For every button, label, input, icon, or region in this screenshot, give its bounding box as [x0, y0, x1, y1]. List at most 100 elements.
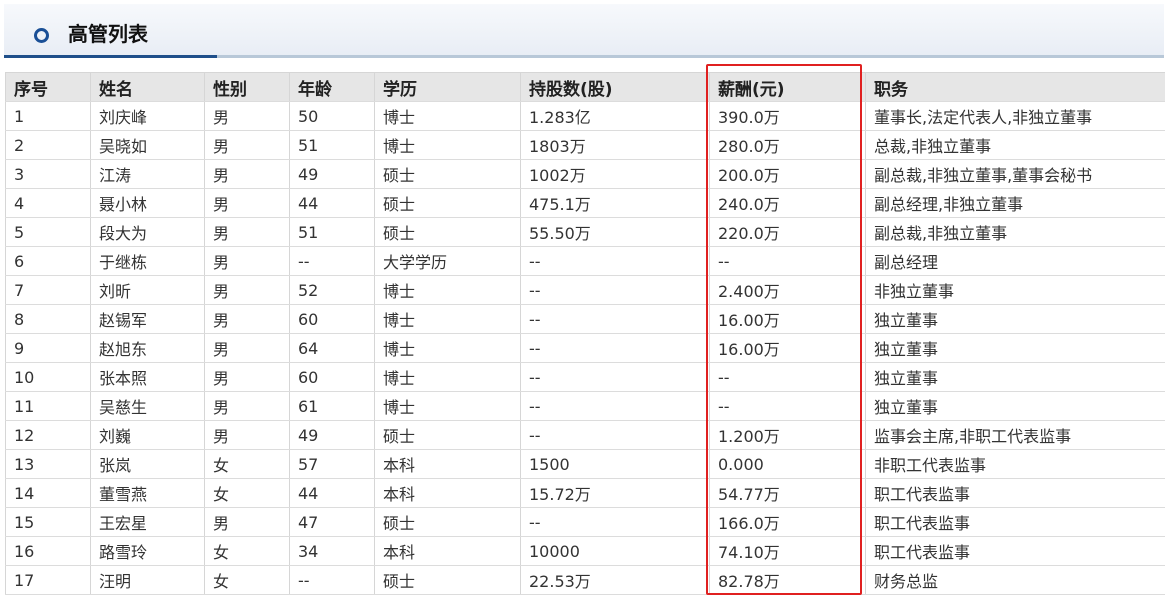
table-row: 2 吴晓如男 51 博士 1803万 280.0万 总裁,非独立董事 — [5, 130, 1165, 160]
cell-shares: 22.53万 — [520, 565, 710, 595]
cell-salary: 240.0万 — [709, 188, 866, 218]
column-header-shares[interactable]: 持股数(股) — [520, 72, 710, 102]
cell-salary: -- — [709, 391, 866, 421]
cell-gender: 男 — [204, 362, 290, 392]
cell-age: 51 — [289, 217, 375, 247]
cell-name: 刘庆峰 — [90, 101, 205, 131]
executive-list-page: 高管列表 序号 姓名 性别 年龄 学历 持股数(股) 薪酬(元) 职务 1 刘庆… — [0, 0, 1165, 599]
cell-position: 副总裁,非独立董事,董事会秘书 — [865, 159, 1165, 189]
cell-education: 博士 — [374, 130, 521, 160]
cell-gender: 女 — [204, 565, 290, 595]
table-row: 6 于继栋男 -- 大学学历 -- -- 副总经理 — [5, 246, 1165, 276]
cell-education: 本科 — [374, 478, 521, 508]
cell-name: 吴慈生 — [90, 391, 205, 421]
cell-name: 王宏星 — [90, 507, 205, 537]
cell-index: 6 — [5, 246, 91, 276]
cell-index: 14 — [5, 478, 91, 508]
cell-salary: -- — [709, 362, 866, 392]
cell-index: 5 — [5, 217, 91, 247]
cell-index: 8 — [5, 304, 91, 334]
cell-shares: -- — [520, 420, 710, 450]
cell-salary: 200.0万 — [709, 159, 866, 189]
cell-gender: 男 — [204, 217, 290, 247]
cell-index: 1 — [5, 101, 91, 131]
cell-gender: 男 — [204, 246, 290, 276]
cell-index: 16 — [5, 536, 91, 566]
ring-icon — [34, 28, 49, 43]
cell-age: -- — [289, 246, 375, 276]
cell-gender: 男 — [204, 275, 290, 305]
cell-position: 非职工代表监事 — [865, 449, 1165, 479]
cell-index: 11 — [5, 391, 91, 421]
cell-education: 大学学历 — [374, 246, 521, 276]
table-row: 9 赵旭东男 64 博士 -- 16.00万 独立董事 — [5, 333, 1165, 363]
cell-position: 总裁,非独立董事 — [865, 130, 1165, 160]
column-header-position[interactable]: 职务 — [865, 72, 1165, 102]
cell-salary: 1.200万 — [709, 420, 866, 450]
cell-name: 路雪玲 — [90, 536, 205, 566]
cell-gender: 女 — [204, 536, 290, 566]
cell-index: 12 — [5, 420, 91, 450]
cell-name: 聂小林 — [90, 188, 205, 218]
cell-salary: 54.77万 — [709, 478, 866, 508]
table-row: 8 赵锡军男 60 博士 -- 16.00万 独立董事 — [5, 304, 1165, 334]
table-row: 13 张岚女 57 本科 1500 0.000 非职工代表监事 — [5, 449, 1165, 479]
cell-age: 44 — [289, 188, 375, 218]
table-row: 1 刘庆峰男 50 博士 1.283亿 390.0万 董事长,法定代表人,非独立董事 — [5, 101, 1165, 131]
column-header-salary[interactable]: 薪酬(元) — [709, 72, 866, 102]
cell-gender: 男 — [204, 159, 290, 189]
cell-salary: 280.0万 — [709, 130, 866, 160]
cell-index: 2 — [5, 130, 91, 160]
column-header-age[interactable]: 年龄 — [289, 72, 375, 102]
cell-salary: 166.0万 — [709, 507, 866, 537]
cell-name: 赵旭东 — [90, 333, 205, 363]
cell-education: 硕士 — [374, 188, 521, 218]
column-header-index[interactable]: 序号 — [5, 72, 91, 102]
cell-name: 张岚 — [90, 449, 205, 479]
cell-gender: 男 — [204, 188, 290, 218]
cell-gender: 男 — [204, 507, 290, 537]
cell-age: -- — [289, 565, 375, 595]
cell-position: 独立董事 — [865, 304, 1165, 334]
cell-gender: 男 — [204, 130, 290, 160]
cell-shares: 1803万 — [520, 130, 710, 160]
cell-salary: 2.400万 — [709, 275, 866, 305]
cell-age: 49 — [289, 159, 375, 189]
cell-education: 硕士 — [374, 159, 521, 189]
cell-name: 吴晓如 — [90, 130, 205, 160]
cell-education: 博士 — [374, 304, 521, 334]
cell-name: 汪明 — [90, 565, 205, 595]
cell-education: 博士 — [374, 391, 521, 421]
cell-shares: -- — [520, 304, 710, 334]
table-row: 12 刘巍男 49 硕士 -- 1.200万 监事会主席,非职工代表监事 — [5, 420, 1165, 450]
cell-position: 独立董事 — [865, 333, 1165, 363]
cell-age: 52 — [289, 275, 375, 305]
table-row: 5 段大为男 51 硕士 55.50万 220.0万 副总裁,非独立董事 — [5, 217, 1165, 247]
column-header-education[interactable]: 学历 — [374, 72, 521, 102]
cell-age: 44 — [289, 478, 375, 508]
column-header-gender[interactable]: 性别 — [204, 72, 290, 102]
cell-position: 独立董事 — [865, 391, 1165, 421]
cell-age: 34 — [289, 536, 375, 566]
cell-salary: 16.00万 — [709, 304, 866, 334]
cell-age: 61 — [289, 391, 375, 421]
cell-index: 15 — [5, 507, 91, 537]
table-row: 15 王宏星男 47 硕士 -- 166.0万 职工代表监事 — [5, 507, 1165, 537]
column-header-name[interactable]: 姓名 — [90, 72, 205, 102]
cell-gender: 男 — [204, 304, 290, 334]
cell-shares: 15.72万 — [520, 478, 710, 508]
cell-shares: -- — [520, 246, 710, 276]
cell-position: 职工代表监事 — [865, 507, 1165, 537]
cell-age: 64 — [289, 333, 375, 363]
cell-age: 47 — [289, 507, 375, 537]
cell-age: 49 — [289, 420, 375, 450]
cell-education: 博士 — [374, 362, 521, 392]
table-row: 16 路雪玲女 34 本科 10000 74.10万 职工代表监事 — [5, 536, 1165, 566]
table-row: 17 汪明女 -- 硕士 22.53万 82.78万 财务总监 — [5, 565, 1165, 595]
cell-age: 60 — [289, 304, 375, 334]
cell-salary: 74.10万 — [709, 536, 866, 566]
table-row: 3 江涛男 49 硕士 1002万 200.0万 副总裁,非独立董事,董事会秘书 — [5, 159, 1165, 189]
cell-education: 硕士 — [374, 565, 521, 595]
cell-education: 硕士 — [374, 507, 521, 537]
cell-salary: 220.0万 — [709, 217, 866, 247]
